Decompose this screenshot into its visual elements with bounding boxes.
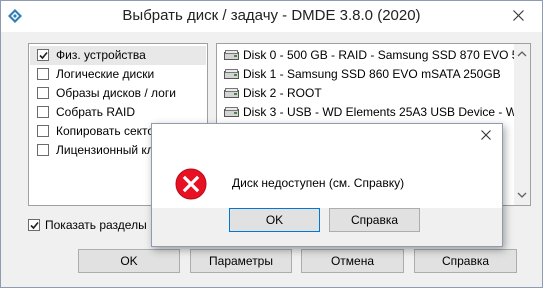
disk-row-3[interactable]: Disk 3 - USB - WD Elements 25A3 USB Devi… bbox=[218, 103, 515, 122]
error-dialog: Диск недоступен (см. Справку) OK Справка bbox=[151, 123, 503, 247]
disk-row-1[interactable]: Disk 1 - Samsung SSD 860 EVO mSATA 250GB bbox=[218, 65, 515, 84]
scroll-up-icon[interactable] bbox=[517, 49, 527, 59]
disk-icon bbox=[224, 50, 239, 60]
checkbox-build-raid[interactable] bbox=[37, 106, 49, 118]
close-icon bbox=[513, 10, 524, 21]
error-icon bbox=[175, 168, 207, 200]
dialog-body: Диск недоступен (см. Справку) bbox=[152, 148, 502, 208]
checkbox-copy-sectors[interactable] bbox=[37, 125, 49, 137]
main-titlebar[interactable]: Выбрать диск / задачу - DMDE 3.8.0 (2020… bbox=[1, 1, 542, 32]
disk-label: Disk 3 - USB - WD Elements 25A3 USB Devi… bbox=[243, 105, 516, 119]
disk-row-0[interactable]: Disk 0 - 500 GB - RAID - Samsung SSD 870… bbox=[218, 46, 515, 65]
disk-label: Disk 1 - Samsung SSD 860 EVO mSATA 250GB bbox=[243, 67, 501, 81]
task-item-label: Образы дисков / логи bbox=[56, 86, 176, 100]
checkbox-disk-images[interactable] bbox=[37, 87, 49, 99]
dialog-help-button[interactable]: Справка bbox=[329, 208, 420, 232]
task-item-label: Физ. устройства bbox=[56, 48, 146, 62]
dialog-close-button[interactable] bbox=[470, 124, 502, 147]
disk-row-2[interactable]: Disk 2 - ROOT bbox=[218, 84, 515, 103]
task-item-logical-disks[interactable]: Логические диски bbox=[30, 65, 206, 84]
disk-icon bbox=[224, 107, 239, 117]
checkbox-physical-devices[interactable] bbox=[37, 49, 49, 61]
task-item-label: Собрать RAID bbox=[56, 105, 136, 119]
task-item-build-raid[interactable]: Собрать RAID bbox=[30, 103, 206, 122]
disk-icon bbox=[224, 88, 239, 98]
task-item-label: Логические диски bbox=[56, 67, 155, 81]
task-item-physical-devices[interactable]: Физ. устройства bbox=[30, 46, 206, 65]
show-partitions-checkbox[interactable] bbox=[28, 219, 40, 231]
disk-list-scrollbar[interactable] bbox=[514, 43, 531, 206]
scroll-down-icon[interactable] bbox=[517, 190, 527, 200]
close-icon bbox=[481, 130, 491, 140]
help-button[interactable]: Справка bbox=[414, 249, 517, 273]
checkbox-license-key[interactable] bbox=[37, 144, 49, 156]
ok-button[interactable]: OK bbox=[78, 249, 180, 273]
params-button[interactable]: Параметры bbox=[190, 249, 292, 273]
task-item-disk-images[interactable]: Образы дисков / логи bbox=[30, 84, 206, 103]
checkbox-logical-disks[interactable] bbox=[37, 68, 49, 80]
show-partitions-label: Показать разделы bbox=[45, 218, 147, 232]
error-message: Диск недоступен (см. Справку) bbox=[232, 176, 405, 190]
window-title: Выбрать диск / задачу - DMDE 3.8.0 (2020… bbox=[122, 7, 421, 24]
dialog-titlebar[interactable] bbox=[152, 124, 502, 148]
dialog-ok-button[interactable]: OK bbox=[229, 208, 320, 232]
disk-label: Disk 0 - 500 GB - RAID - Samsung SSD 870… bbox=[243, 48, 515, 62]
cancel-button[interactable]: Отмена bbox=[301, 249, 404, 273]
disk-label: Disk 2 - ROOT bbox=[243, 86, 322, 100]
disk-icon bbox=[224, 69, 239, 79]
main-close-button[interactable] bbox=[496, 1, 542, 31]
